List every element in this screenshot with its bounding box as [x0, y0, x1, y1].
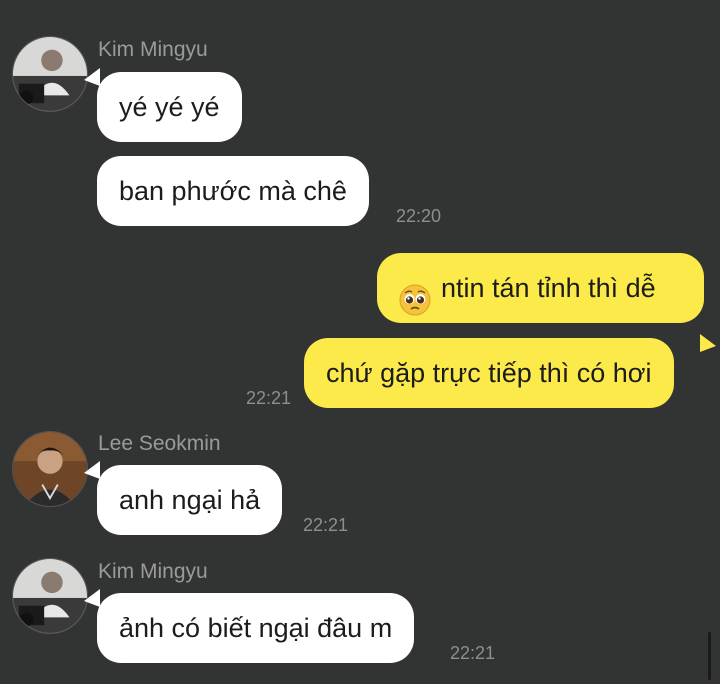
- message-bubble-outgoing[interactable]: ntin tán tỉnh thì dễ: [377, 253, 704, 323]
- avatar-kim-mingyu[interactable]: [12, 36, 88, 112]
- chat-thread[interactable]: Kim Mingyu yé yé yé ban phước mà chê 22:…: [0, 0, 720, 684]
- bubble-tail: [700, 334, 716, 352]
- message-timestamp: 22:20: [396, 206, 442, 226]
- message-bubble-incoming[interactable]: anh ngại hả: [97, 465, 283, 535]
- bubble-tail: [84, 461, 100, 479]
- message-text: ntin tán tỉnh thì dễ: [441, 273, 656, 303]
- scrollbar[interactable]: [708, 632, 711, 680]
- message-timestamp: 22:21: [303, 515, 349, 535]
- pleading-face-icon: [399, 272, 431, 316]
- avatar-lee-seokmin[interactable]: [12, 431, 88, 507]
- avatar-kim-mingyu[interactable]: [12, 558, 88, 634]
- bubble-tail: [84, 589, 100, 607]
- avatar-photo-icon: [13, 37, 87, 111]
- message-timestamp: 22:21: [246, 388, 292, 408]
- message-bubble-outgoing[interactable]: chứ gặp trực tiếp thì có hơi: [304, 338, 674, 408]
- avatar-photo-icon: [13, 559, 87, 633]
- message-timestamp: 22:21: [450, 643, 496, 663]
- sender-name: Kim Mingyu: [98, 38, 208, 61]
- message-bubble-incoming[interactable]: yé yé yé: [97, 72, 242, 142]
- bubble-tail: [84, 68, 100, 86]
- sender-name: Kim Mingyu: [98, 560, 208, 583]
- sender-name: Lee Seokmin: [98, 432, 221, 455]
- avatar-photo-icon: [13, 432, 87, 506]
- message-bubble-incoming[interactable]: ảnh có biết ngại đâu m: [97, 593, 415, 663]
- message-bubble-incoming[interactable]: ban phước mà chê: [97, 156, 369, 226]
